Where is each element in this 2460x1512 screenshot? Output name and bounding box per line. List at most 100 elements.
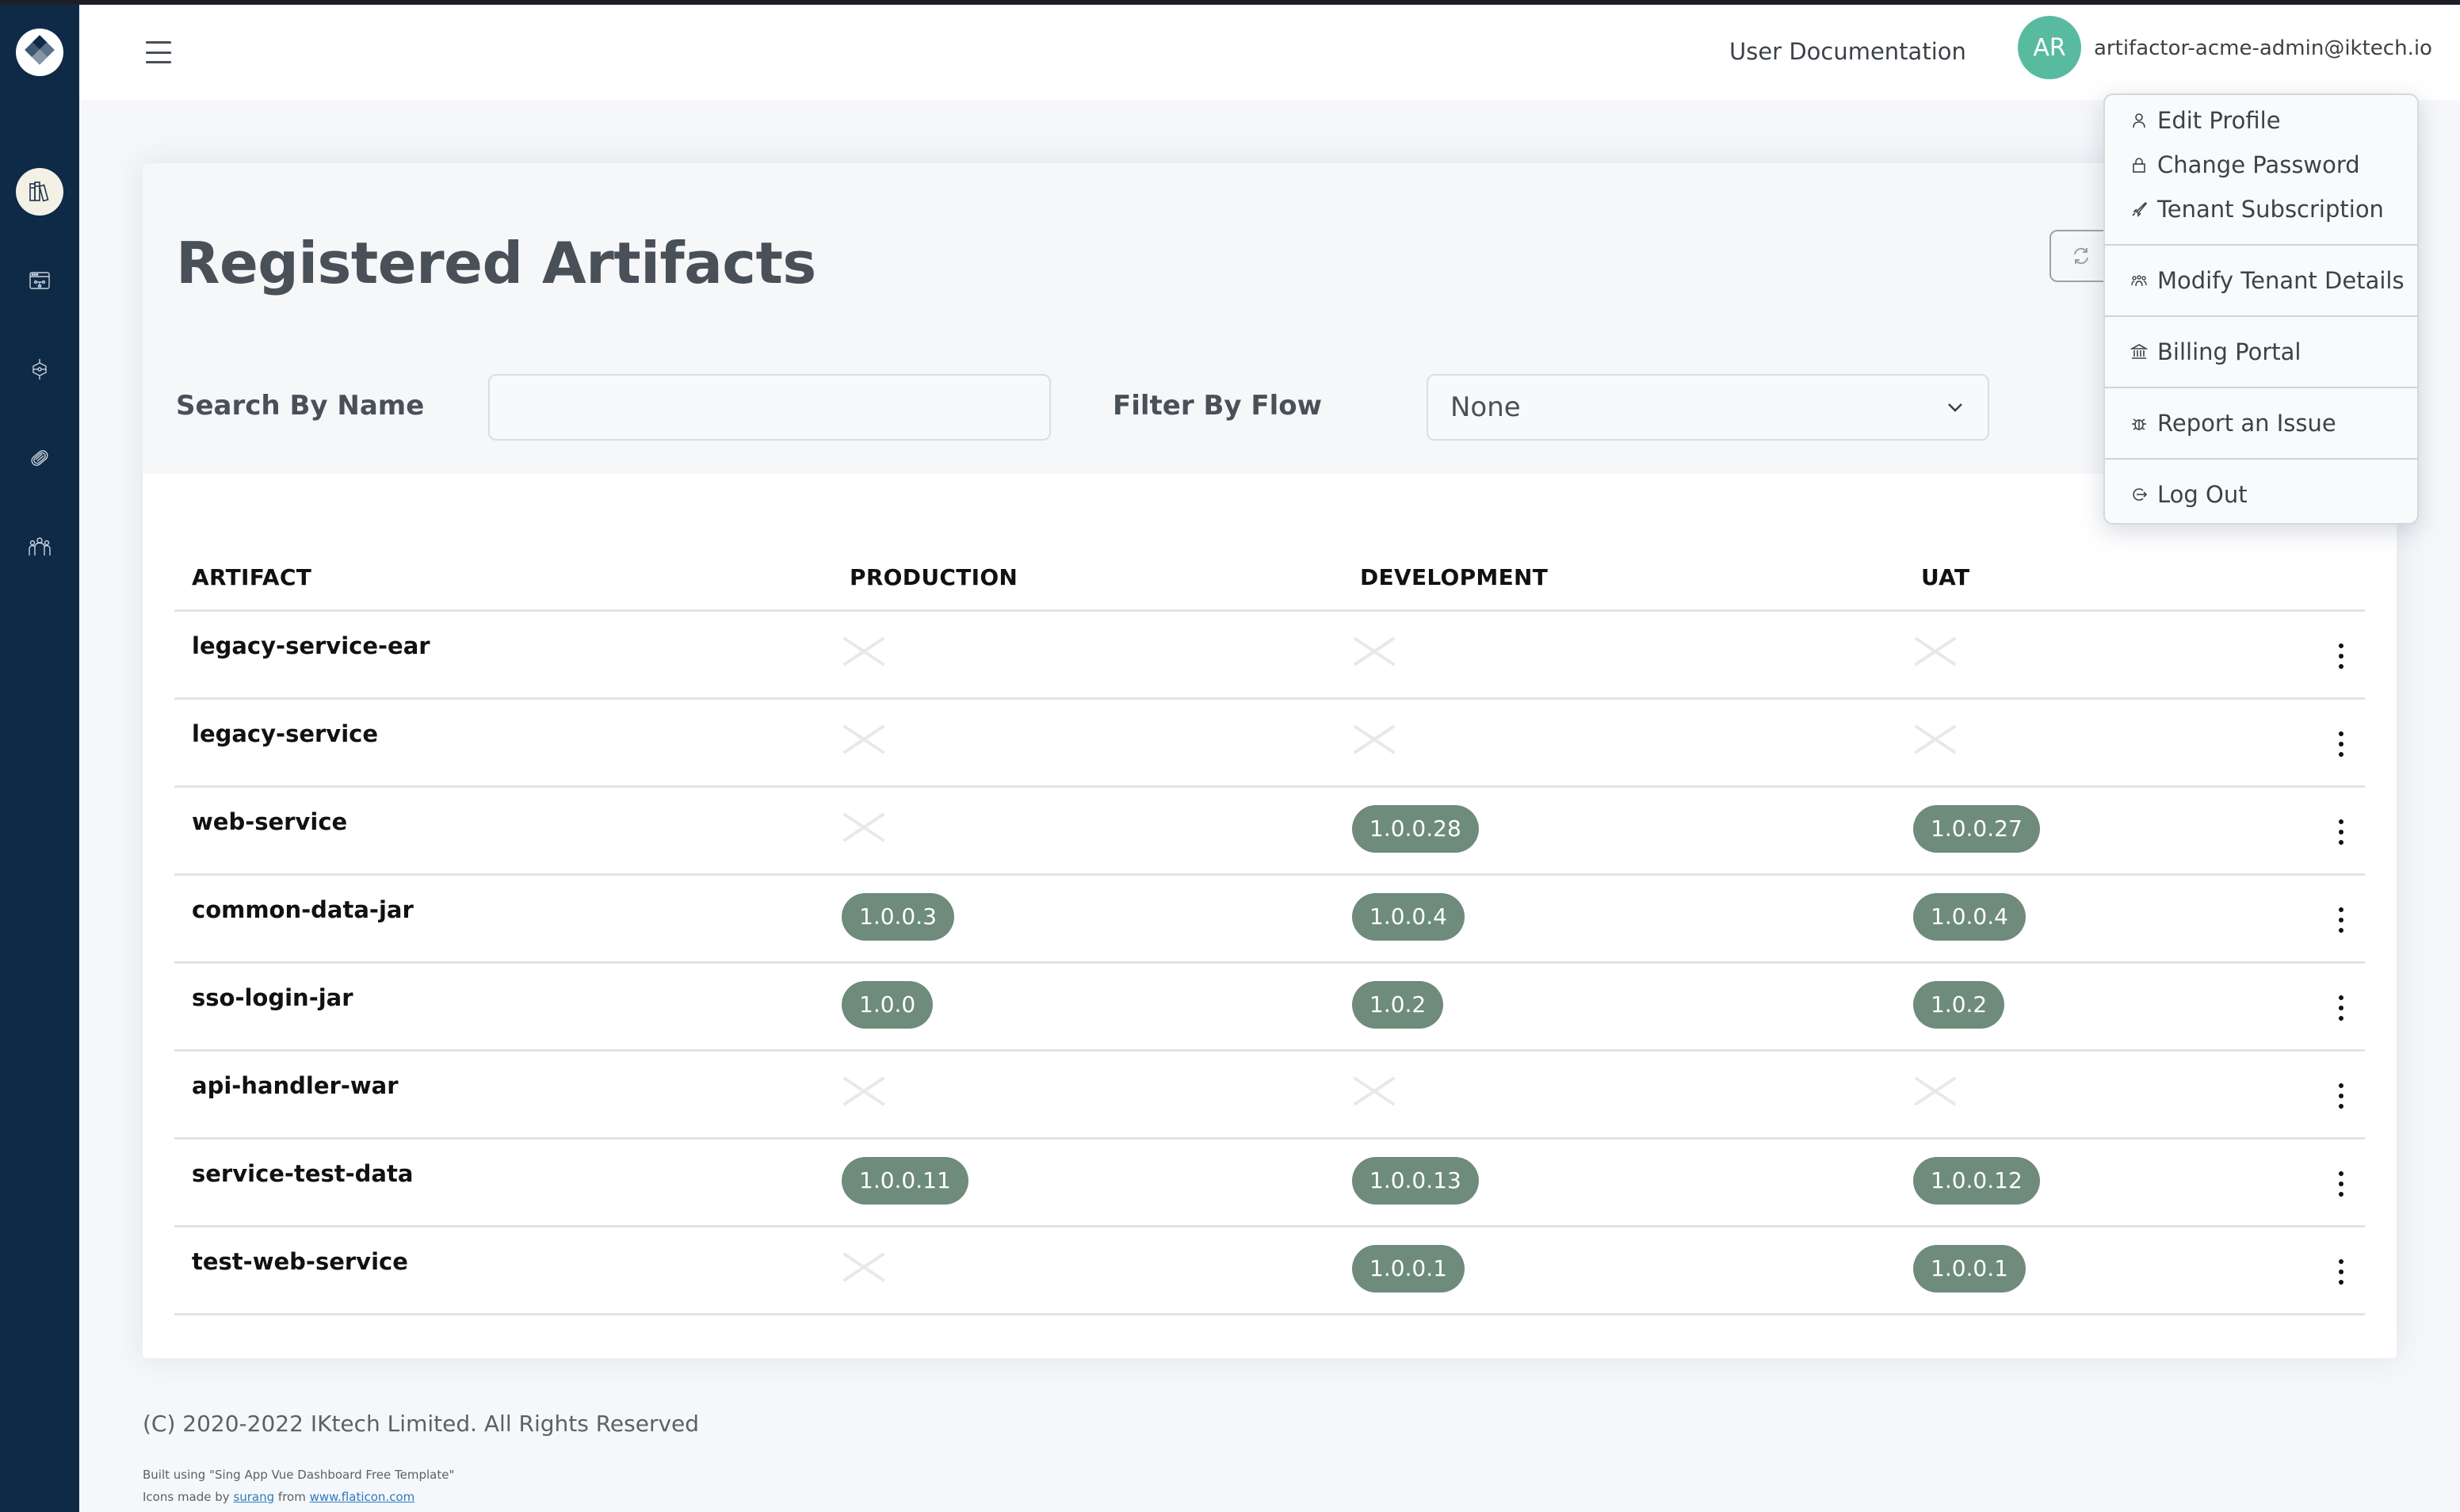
user-dropdown-menu: Edit Profile Change Password Tenant Subscr… — [2103, 94, 2419, 525]
menu-item-change-password[interactable]: Change Password — [2105, 144, 2417, 185]
more-vertical-icon — [2339, 731, 2343, 736]
page-title: Registered Artifacts — [176, 230, 816, 296]
user-avatar[interactable]: AR — [2018, 16, 2081, 79]
artifact-name: legacy-service-ear — [192, 632, 430, 659]
more-vertical-icon — [2339, 907, 2343, 912]
menu-item-modify-tenant-details[interactable]: Modify Tenant Details — [2105, 260, 2417, 301]
user-icon — [2129, 110, 2149, 131]
artifact-name: sso-login-jar — [192, 984, 353, 1011]
not-deployed-icon — [843, 1253, 884, 1281]
production-cell — [842, 805, 886, 843]
artifact-name: common-data-jar — [192, 896, 414, 923]
app-logo[interactable] — [16, 29, 63, 76]
user-email[interactable]: artifactor-acme-admin@iktech.io — [2094, 36, 2432, 60]
artifact-name: service-test-data — [192, 1160, 414, 1187]
row-actions-button[interactable] — [2335, 1259, 2347, 1285]
menu-divider — [2105, 244, 2417, 246]
row-actions-button[interactable] — [2335, 731, 2347, 757]
row-actions-button[interactable] — [2335, 907, 2347, 933]
menu-item-edit-profile[interactable]: Edit Profile — [2105, 100, 2417, 141]
artifact-name: test-web-service — [192, 1248, 408, 1275]
footer-built-using: Built using "Sing App Vue Dashboard Free… — [143, 1468, 455, 1482]
version-badge[interactable]: 1.0.0.4 — [1913, 893, 2026, 941]
version-badge[interactable]: 1.0.0.27 — [1913, 805, 2040, 853]
not-deployed-icon — [1915, 725, 1956, 754]
uat-cell — [1913, 1069, 1958, 1107]
version-badge[interactable]: 1.0.0.1 — [1913, 1245, 2026, 1292]
window-top-strip — [0, 0, 2460, 5]
menu-divider — [2105, 458, 2417, 460]
card-header-section — [143, 163, 2397, 474]
menu-item-billing-portal[interactable]: Billing Portal — [2105, 331, 2417, 372]
sidebar-item-users[interactable] — [16, 523, 63, 571]
version-badge[interactable]: 1.0.0.1 — [1352, 1245, 1465, 1292]
column-header-production[interactable]: PRODUCTION — [850, 564, 1018, 590]
not-deployed-icon — [843, 813, 884, 842]
not-deployed-icon — [1915, 637, 1956, 666]
version-badge[interactable]: 1.0.0.3 — [842, 893, 954, 941]
menu-item-label: Tenant Subscription — [2157, 196, 2384, 223]
table-row[interactable]: legacy-service-ear — [174, 612, 2365, 700]
uat-cell: 1.0.0.12 — [1913, 1157, 2040, 1205]
table-row[interactable]: api-handler-war — [174, 1052, 2365, 1140]
table-row[interactable]: sso-login-jar 1.0.0 1.0.2 1.0.2 — [174, 964, 2365, 1052]
table-row[interactable]: legacy-service — [174, 700, 2365, 788]
production-cell — [842, 717, 886, 755]
version-badge[interactable]: 1.0.0.13 — [1352, 1157, 1479, 1205]
table-row[interactable]: web-service 1.0.0.28 1.0.0.27 — [174, 788, 2365, 876]
row-actions-button[interactable] — [2335, 643, 2347, 669]
row-actions-button[interactable] — [2335, 995, 2347, 1021]
search-input[interactable] — [488, 374, 1051, 441]
lock-icon — [2129, 155, 2149, 175]
development-cell: 1.0.2 — [1352, 981, 1444, 1029]
sidebar-item-artifacts[interactable] — [16, 168, 63, 216]
sidebar — [0, 5, 79, 1512]
artifact-name: legacy-service — [192, 720, 379, 747]
column-header-uat[interactable]: UAT — [1921, 564, 1969, 590]
menu-item-report-an-issue[interactable]: Report an Issue — [2105, 403, 2417, 444]
menu-toggle-button[interactable] — [146, 41, 171, 63]
version-badge[interactable]: 1.0.2 — [1913, 981, 2005, 1029]
not-deployed-icon — [843, 1077, 884, 1105]
network-cube-icon — [32, 359, 47, 380]
version-badge[interactable]: 1.0.0.11 — [842, 1157, 968, 1205]
development-cell — [1352, 1069, 1396, 1107]
sidebar-item-versions[interactable] — [16, 434, 63, 482]
version-badge[interactable]: 1.0.0 — [842, 981, 934, 1029]
footer-copyright: (C) 2020-2022 IKtech Limited. All Rights… — [143, 1411, 700, 1437]
production-cell — [842, 1245, 886, 1283]
production-cell — [842, 1069, 886, 1107]
flow-filter-select[interactable]: None — [1427, 374, 1989, 441]
development-cell: 1.0.0.28 — [1352, 805, 1479, 853]
menu-item-log-out[interactable]: Log Out — [2105, 474, 2417, 515]
table-row[interactable]: common-data-jar 1.0.0.3 1.0.0.4 1.0.0.4 — [174, 876, 2365, 964]
version-badge[interactable]: 1.0.2 — [1352, 981, 1444, 1029]
row-actions-button[interactable] — [2335, 1171, 2347, 1197]
user-documentation-link[interactable]: User Documentation — [1729, 38, 1966, 65]
column-header-artifact[interactable]: ARTIFACT — [192, 564, 311, 590]
search-by-name-label: Search By Name — [176, 390, 425, 422]
version-badge[interactable]: 1.0.0.4 — [1352, 893, 1465, 941]
more-vertical-icon — [2339, 643, 2343, 648]
column-header-development[interactable]: DEVELOPMENT — [1360, 564, 1548, 590]
logo-icon — [25, 35, 55, 65]
sidebar-item-stages[interactable] — [16, 346, 63, 393]
menu-item-label: Edit Profile — [2157, 107, 2281, 134]
row-actions-button[interactable] — [2335, 1083, 2347, 1109]
menu-item-tenant-subscription[interactable]: Tenant Subscription — [2105, 189, 2417, 230]
table-row[interactable]: service-test-data 1.0.0.11 1.0.0.13 1.0.0.1… — [174, 1140, 2365, 1228]
sidebar-item-flows[interactable] — [16, 257, 63, 304]
author-link[interactable]: surang — [233, 1490, 274, 1504]
flow-window-icon — [29, 272, 50, 289]
development-cell: 1.0.0.4 — [1352, 893, 1465, 941]
uat-cell — [1913, 629, 1958, 667]
not-deployed-icon — [1354, 637, 1395, 666]
row-actions-button[interactable] — [2335, 819, 2347, 845]
version-badge[interactable]: 1.0.0.12 — [1913, 1157, 2040, 1205]
more-vertical-icon — [2339, 1259, 2343, 1264]
uat-cell: 1.0.0.4 — [1913, 893, 2026, 941]
table-row[interactable]: test-web-service 1.0.0.1 1.0.0.1 — [174, 1228, 2365, 1315]
flaticon-link[interactable]: www.flaticon.com — [310, 1490, 415, 1504]
group-icon — [2129, 270, 2149, 291]
version-badge[interactable]: 1.0.0.28 — [1352, 805, 1479, 853]
